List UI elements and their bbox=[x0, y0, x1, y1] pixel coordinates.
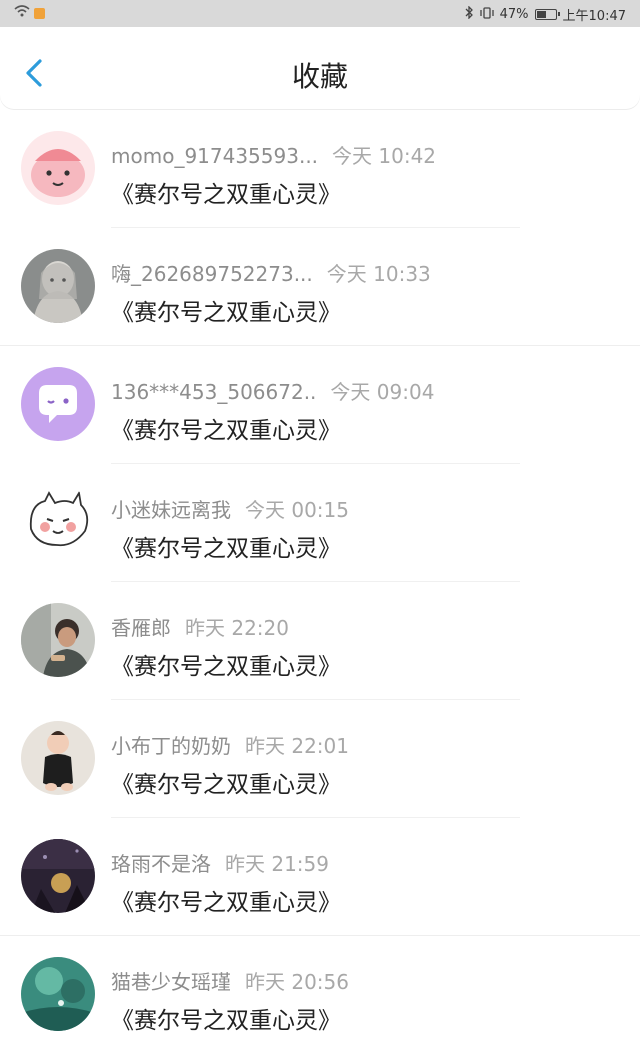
baby-photo-avatar[interactable] bbox=[21, 721, 95, 795]
username[interactable]: momo_917435593... bbox=[111, 144, 318, 168]
status-bar: 47% 上午10:47 bbox=[0, 0, 640, 27]
teal-scene-avatar[interactable] bbox=[21, 957, 95, 1031]
list-item[interactable]: 猫巷少女瑶瑾 昨天 20:56 《赛尔号之双重心灵》 bbox=[0, 936, 640, 1054]
status-right: 47% 上午10:47 bbox=[465, 5, 626, 24]
username[interactable]: 136***453_506672.. bbox=[111, 380, 316, 404]
list-item[interactable]: 珞雨不是洛 昨天 21:59 《赛尔号之双重心灵》 bbox=[0, 818, 640, 936]
timestamp: 昨天 20:56 bbox=[245, 970, 349, 994]
list-item[interactable]: 香雁郎 昨天 22:20 《赛尔号之双重心灵》 bbox=[0, 582, 640, 700]
status-left bbox=[14, 5, 45, 21]
item-meta: 小布丁的奶奶 昨天 22:01 bbox=[111, 730, 349, 759]
dark-scene-avatar[interactable] bbox=[21, 839, 95, 913]
wifi-icon bbox=[14, 5, 30, 21]
favorite-title[interactable]: 《赛尔号之双重心灵》 bbox=[111, 411, 341, 445]
cartoon-cat-avatar[interactable] bbox=[21, 485, 95, 559]
item-meta: 猫巷少女瑶瑾 昨天 20:56 bbox=[111, 966, 349, 995]
username[interactable]: 嗨_262689752273... bbox=[111, 262, 313, 286]
photo-person-avatar[interactable] bbox=[21, 603, 95, 677]
username[interactable]: 小布丁的奶奶 bbox=[111, 734, 231, 758]
header: 收藏 bbox=[0, 27, 640, 109]
clock: 上午10:47 bbox=[562, 9, 626, 24]
timestamp: 今天 00:15 bbox=[245, 498, 349, 522]
favorite-title[interactable]: 《赛尔号之双重心灵》 bbox=[111, 883, 341, 917]
purple-chat-avatar[interactable] bbox=[21, 367, 95, 441]
timestamp: 今天 10:42 bbox=[332, 144, 437, 168]
pink-blob-avatar[interactable] bbox=[21, 131, 95, 205]
favorite-title[interactable]: 《赛尔号之双重心灵》 bbox=[111, 1001, 341, 1035]
list-item[interactable]: 嗨_262689752273... 今天 10:33 《赛尔号之双重心灵》 bbox=[0, 228, 640, 346]
username[interactable]: 小迷妹远离我 bbox=[111, 498, 231, 522]
username[interactable]: 香雁郎 bbox=[111, 616, 171, 640]
item-meta: momo_917435593... 今天 10:42 bbox=[111, 140, 436, 169]
list-item[interactable]: 小布丁的奶奶 昨天 22:01 《赛尔号之双重心灵》 bbox=[0, 700, 640, 818]
favorite-title[interactable]: 《赛尔号之双重心灵》 bbox=[111, 765, 341, 799]
timestamp: 昨天 21:59 bbox=[225, 852, 329, 876]
vibrate-icon bbox=[479, 6, 494, 23]
favorites-list: momo_917435593... 今天 10:42 《赛尔号之双重心灵》 嗨_2… bbox=[0, 110, 640, 1054]
item-meta: 嗨_262689752273... 今天 10:33 bbox=[111, 258, 431, 287]
timestamp: 今天 09:04 bbox=[330, 380, 435, 404]
timestamp: 昨天 22:20 bbox=[185, 616, 289, 640]
item-meta: 香雁郎 昨天 22:20 bbox=[111, 612, 289, 641]
item-meta: 小迷妹远离我 今天 00:15 bbox=[111, 494, 349, 523]
list-item[interactable]: 136***453_506672.. 今天 09:04 《赛尔号之双重心灵》 bbox=[0, 346, 640, 464]
list-item[interactable]: momo_917435593... 今天 10:42 《赛尔号之双重心灵》 bbox=[0, 110, 640, 228]
username[interactable]: 猫巷少女瑶瑾 bbox=[111, 970, 231, 994]
timestamp: 今天 10:33 bbox=[326, 262, 431, 286]
battery-icon bbox=[534, 9, 560, 20]
page-title: 收藏 bbox=[291, 60, 348, 93]
battery-percent: 47% bbox=[499, 7, 529, 22]
favorite-title[interactable]: 《赛尔号之双重心灵》 bbox=[111, 175, 341, 209]
anime-girl-avatar[interactable] bbox=[21, 249, 95, 323]
timestamp: 昨天 22:01 bbox=[245, 734, 349, 758]
list-item[interactable]: 小迷妹远离我 今天 00:15 《赛尔号之双重心灵》 bbox=[0, 464, 640, 582]
username[interactable]: 珞雨不是洛 bbox=[111, 852, 211, 876]
favorite-title[interactable]: 《赛尔号之双重心灵》 bbox=[111, 293, 341, 327]
favorite-title[interactable]: 《赛尔号之双重心灵》 bbox=[111, 529, 341, 563]
favorite-title[interactable]: 《赛尔号之双重心灵》 bbox=[111, 647, 341, 681]
sim-icon bbox=[34, 7, 45, 19]
item-meta: 136***453_506672.. 今天 09:04 bbox=[111, 376, 434, 405]
bluetooth-icon bbox=[465, 5, 474, 23]
item-meta: 珞雨不是洛 昨天 21:59 bbox=[111, 848, 329, 877]
